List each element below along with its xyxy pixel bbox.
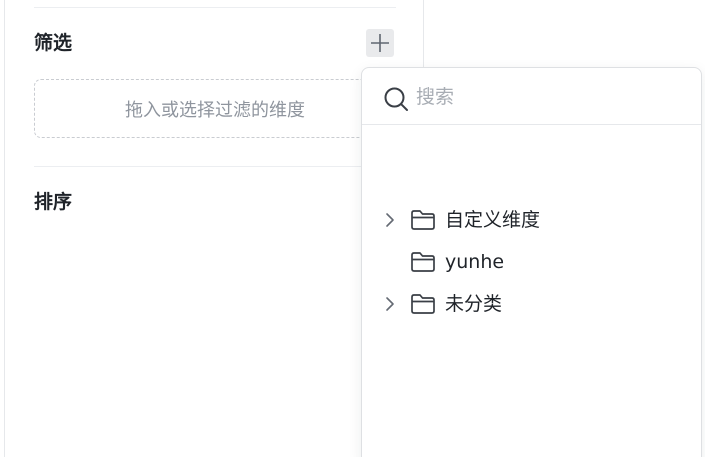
drop-zone-hint: 拖入或选择过滤的维度 [125, 99, 305, 121]
tree-item-label: 自定义维度 [445, 209, 541, 231]
tree-item-yunhe[interactable]: yunhe [362, 242, 701, 282]
plus-icon [371, 34, 389, 52]
tree-item-custom-dimensions[interactable]: 自定义维度 [362, 200, 701, 240]
filter-section-title: 筛选 [34, 32, 73, 54]
tree-item-label: 未分类 [445, 293, 503, 315]
page: 筛选 拖入或选择过滤的维度 排序 搜索 自定义维度 yunhe 未分类 [0, 0, 705, 457]
tree-item-label: yunhe [445, 251, 505, 273]
search-input[interactable] [416, 82, 676, 112]
folder-icon [411, 294, 435, 314]
dimension-picker-dropdown: 自定义维度 yunhe 未分类 [361, 67, 702, 457]
chevron-right-icon[interactable] [382, 296, 398, 312]
add-filter-button[interactable] [366, 29, 394, 57]
tree-item-uncategorized[interactable]: 未分类 [362, 284, 701, 324]
filter-drop-zone[interactable]: 拖入或选择过滤的维度 [34, 79, 396, 138]
search-icon [384, 87, 408, 111]
folder-icon [411, 252, 435, 272]
divider [34, 7, 396, 8]
chevron-right-icon[interactable] [382, 212, 398, 228]
sort-section-title: 排序 [34, 191, 73, 213]
folder-icon [411, 210, 435, 230]
divider [34, 166, 396, 167]
search-bar [362, 68, 701, 125]
